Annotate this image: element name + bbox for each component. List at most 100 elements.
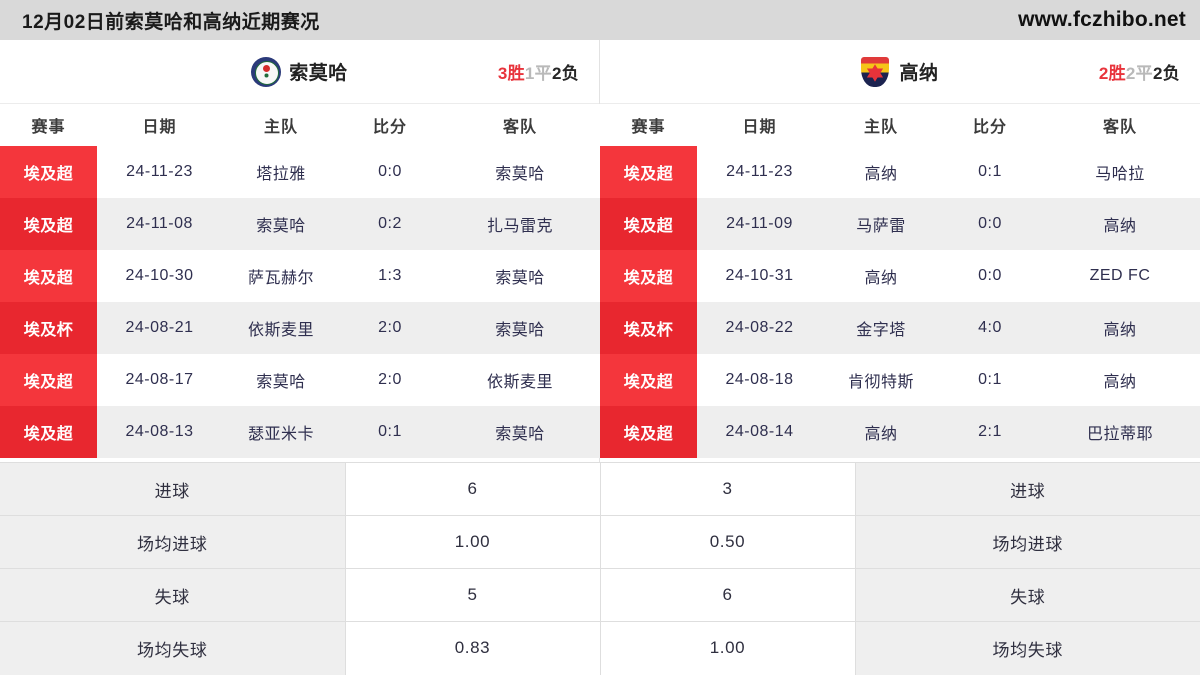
table-row[interactable]: 埃及超 24-11-23 高纳 0:1 马哈拉 xyxy=(600,146,1200,198)
table-row[interactable]: 埃及超 24-08-13 瑟亚米卡 0:1 索莫哈 xyxy=(0,406,600,458)
cell-league: 埃及超 xyxy=(0,354,97,406)
table-row[interactable]: 埃及超 24-10-30 萨瓦赫尔 1:3 索莫哈 xyxy=(0,250,600,302)
record-badge-right: 2胜2平2负 xyxy=(1099,59,1180,84)
stat-label-left: 失球 xyxy=(0,568,346,622)
stats-row: 场均进球 1.00 0.50 场均进球 xyxy=(0,515,1200,569)
cell-score: 0:0 xyxy=(940,250,1040,302)
cell-home: 索莫哈 xyxy=(222,354,340,406)
cell-date: 24-10-31 xyxy=(697,250,822,302)
record-draws-left: 1平 xyxy=(524,64,552,83)
cell-away: ZED FC xyxy=(1040,250,1200,302)
table-header-row-left: 赛事 日期 主队 比分 客队 xyxy=(0,104,600,146)
cell-away: 巴拉蒂耶 xyxy=(1040,406,1200,458)
stat-label-left: 场均进球 xyxy=(0,515,346,569)
cell-date: 24-08-14 xyxy=(697,406,822,458)
cell-league: 埃及超 xyxy=(0,406,97,458)
stat-label-right: 场均失球 xyxy=(854,621,1200,675)
team-header-right: 高纳 2胜2平2负 xyxy=(600,40,1200,104)
cell-league: 埃及超 xyxy=(600,250,697,302)
stat-label-right: 进球 xyxy=(854,462,1200,516)
table-row[interactable]: 埃及杯 24-08-21 依斯麦里 2:0 索莫哈 xyxy=(0,302,600,354)
table-row[interactable]: 埃及超 24-10-31 高纳 0:0 ZED FC xyxy=(600,250,1200,302)
cell-league: 埃及杯 xyxy=(600,302,697,354)
table-row[interactable]: 埃及杯 24-08-22 金字塔 4:0 高纳 xyxy=(600,302,1200,354)
record-wins-right: 2胜 xyxy=(1098,64,1126,83)
stats-comparison-table: 进球 6 3 进球 场均进球 1.00 0.50 场均进球 失球 5 6 失球 … xyxy=(0,462,1200,675)
cell-date: 24-08-18 xyxy=(697,354,822,406)
cell-date: 24-10-30 xyxy=(97,250,222,302)
cell-away: 索莫哈 xyxy=(440,146,600,198)
site-watermark: www.fczhibo.net xyxy=(1018,8,1186,31)
col-header-score: 比分 xyxy=(940,104,1040,146)
stat-value-right: 0.50 xyxy=(599,515,856,569)
col-header-home: 主队 xyxy=(822,104,940,146)
cell-home: 马萨雷 xyxy=(822,198,940,250)
table-row[interactable]: 埃及超 24-11-08 索莫哈 0:2 扎马雷克 xyxy=(0,198,600,250)
table-row[interactable]: 埃及超 24-08-18 肯彻特斯 0:1 高纳 xyxy=(600,354,1200,406)
cell-date: 24-08-22 xyxy=(697,302,822,354)
cell-home: 塔拉雅 xyxy=(222,146,340,198)
cell-date: 24-11-23 xyxy=(697,146,822,198)
ghazl-shield-icon xyxy=(861,56,891,87)
table-row[interactable]: 埃及超 24-11-23 塔拉雅 0:0 索莫哈 xyxy=(0,146,600,198)
smouha-crest-icon xyxy=(251,56,282,87)
cell-home: 依斯麦里 xyxy=(222,302,340,354)
cell-score: 2:0 xyxy=(340,354,440,406)
stat-value-right: 1.00 xyxy=(599,621,856,675)
table-header-row-right: 赛事 日期 主队 比分 客队 xyxy=(600,104,1200,146)
team-name-right: 高纳 xyxy=(899,63,939,84)
page-root: 12月02日前索莫哈和高纳近期赛况 www.fczhibo.net 索莫哈 3胜… xyxy=(0,0,1200,675)
cell-score: 0:2 xyxy=(340,198,440,250)
cell-score: 4:0 xyxy=(940,302,1040,354)
cell-home: 金字塔 xyxy=(822,302,940,354)
cell-score: 0:1 xyxy=(940,354,1040,406)
table-row[interactable]: 埃及超 24-08-17 索莫哈 2:0 依斯麦里 xyxy=(0,354,600,406)
cell-league: 埃及超 xyxy=(0,146,97,198)
cell-away: 马哈拉 xyxy=(1040,146,1200,198)
cell-away: 高纳 xyxy=(1040,354,1200,406)
cell-away: 扎马雷克 xyxy=(440,198,600,250)
record-losses-left: 2负 xyxy=(551,64,579,83)
stat-label-right: 失球 xyxy=(854,568,1200,622)
stats-row: 场均失球 0.83 1.00 场均失球 xyxy=(0,621,1200,675)
panel-right: 高纳 2胜2平2负 赛事 日期 主队 比分 客队 埃及超 24-11-23 高纳… xyxy=(600,40,1200,462)
cell-date: 24-08-17 xyxy=(97,354,222,406)
cell-league: 埃及超 xyxy=(600,406,697,458)
col-header-home: 主队 xyxy=(222,104,340,146)
cell-date: 24-08-21 xyxy=(97,302,222,354)
stat-label-left: 场均失球 xyxy=(0,621,346,675)
cell-league: 埃及超 xyxy=(0,250,97,302)
cell-score: 0:1 xyxy=(340,406,440,458)
cell-score: 2:1 xyxy=(940,406,1040,458)
record-losses-right: 2负 xyxy=(1152,64,1180,83)
cell-league: 埃及超 xyxy=(600,146,697,198)
cell-league: 埃及超 xyxy=(600,354,697,406)
cell-away: 索莫哈 xyxy=(440,302,600,354)
team-header-left: 索莫哈 3胜1平2负 xyxy=(0,40,599,104)
top-bar: 12月02日前索莫哈和高纳近期赛况 www.fczhibo.net xyxy=(0,0,1200,40)
cell-date: 24-11-23 xyxy=(97,146,222,198)
stat-value-right: 3 xyxy=(599,462,856,516)
panel-left: 索莫哈 3胜1平2负 赛事 日期 主队 比分 客队 埃及超 24-11-23 塔… xyxy=(0,40,600,462)
col-header-away: 客队 xyxy=(1040,104,1200,146)
cell-away: 依斯麦里 xyxy=(440,354,600,406)
cell-league: 埃及杯 xyxy=(0,302,97,354)
cell-score: 2:0 xyxy=(340,302,440,354)
matches-table-right: 赛事 日期 主队 比分 客队 埃及超 24-11-23 高纳 0:1 马哈拉 埃… xyxy=(600,104,1200,458)
stats-row: 失球 5 6 失球 xyxy=(0,568,1200,622)
cell-home: 高纳 xyxy=(822,406,940,458)
record-badge-left: 3胜1平2负 xyxy=(498,59,579,84)
cell-home: 瑟亚米卡 xyxy=(222,406,340,458)
cell-score: 0:0 xyxy=(340,146,440,198)
table-row[interactable]: 埃及超 24-11-09 马萨雷 0:0 高纳 xyxy=(600,198,1200,250)
cell-date: 24-11-08 xyxy=(97,198,222,250)
stat-value-left: 1.00 xyxy=(344,515,601,569)
cell-home: 萨瓦赫尔 xyxy=(222,250,340,302)
record-draws-right: 2平 xyxy=(1125,64,1153,83)
cell-score: 0:1 xyxy=(940,146,1040,198)
col-header-league: 赛事 xyxy=(600,104,697,146)
stat-value-left: 6 xyxy=(344,462,601,516)
cell-away: 高纳 xyxy=(1040,302,1200,354)
cell-away: 索莫哈 xyxy=(440,406,600,458)
table-row[interactable]: 埃及超 24-08-14 高纳 2:1 巴拉蒂耶 xyxy=(600,406,1200,458)
